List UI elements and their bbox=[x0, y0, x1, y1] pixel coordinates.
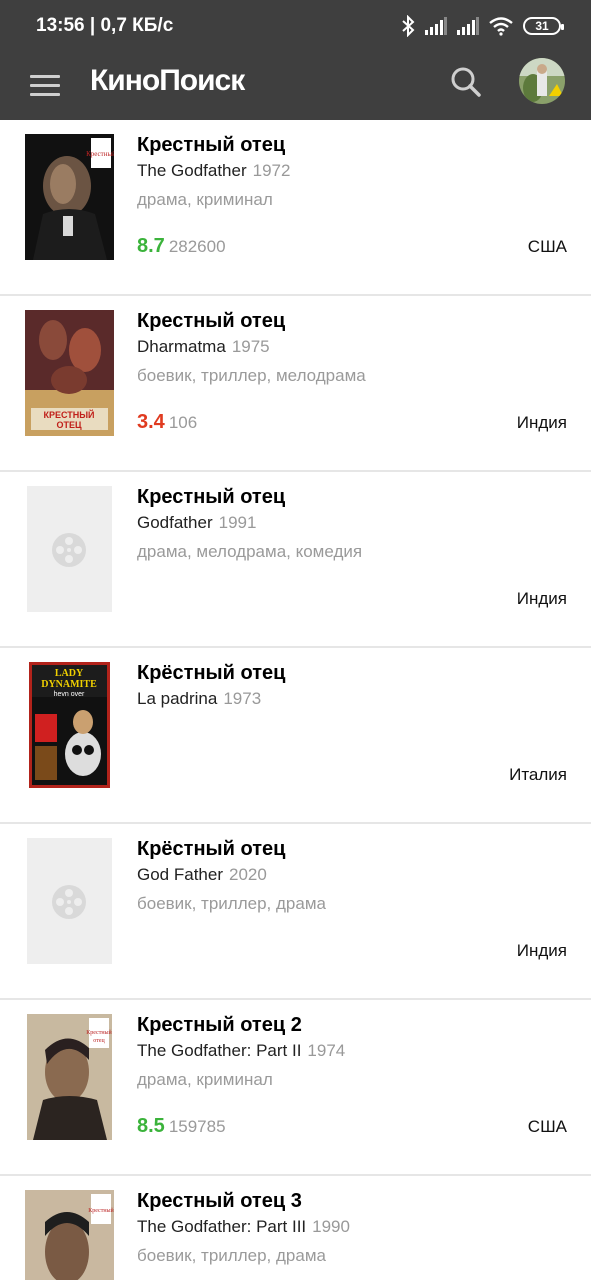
film-genres: боевик, триллер, мелодрама bbox=[137, 366, 366, 385]
original-title: The Godfather: Part II bbox=[137, 1041, 302, 1060]
film-list: Крестный Крестный отец The Godfather 1972… bbox=[0, 120, 591, 1280]
svg-text:Крестный: Крестный bbox=[86, 150, 114, 158]
menu-button[interactable] bbox=[28, 70, 62, 100]
original-title: La padrina bbox=[137, 689, 218, 708]
wifi-icon bbox=[489, 17, 513, 36]
original-title: The Godfather: Part III bbox=[137, 1217, 307, 1236]
avatar-image bbox=[519, 58, 565, 104]
film-title: Крестный отец 2 bbox=[137, 1014, 302, 1036]
original-title-line: God Father 2020 bbox=[137, 865, 267, 885]
menu-icon-line bbox=[30, 93, 60, 96]
poster-image: Крестный bbox=[25, 134, 114, 260]
rating-value: 8.5 bbox=[137, 1115, 165, 1137]
original-title: Dharmatma bbox=[137, 337, 226, 356]
app-logo[interactable]: КиноПоиск bbox=[90, 64, 245, 98]
original-title-line: The Godfather: Part II 1974 bbox=[137, 1041, 345, 1061]
film-reel-icon bbox=[52, 533, 86, 567]
film-genres: боевик, триллер, драма bbox=[137, 1246, 326, 1265]
menu-icon-line bbox=[30, 84, 60, 87]
film-title: Крестный отец bbox=[137, 134, 286, 156]
film-country: США bbox=[527, 237, 567, 256]
film-genres: драма, мелодрама, комедия bbox=[137, 542, 363, 561]
svg-text:КРЕСТНЫЙ: КРЕСТНЫЙ bbox=[43, 409, 94, 420]
film-genres: боевик, триллер, драма bbox=[137, 894, 326, 913]
film-year: 1991 bbox=[218, 513, 257, 532]
poster-placeholder bbox=[27, 838, 112, 964]
film-country: Индия bbox=[516, 413, 567, 432]
list-item[interactable]: Крестный отец Godfather 1991 драма, мелод… bbox=[0, 472, 591, 648]
original-title-line: Godfather 1991 bbox=[137, 513, 256, 533]
status-time: 13:56 | 0,7 КБ/с bbox=[36, 15, 174, 36]
bluetooth-icon bbox=[402, 15, 415, 37]
original-title-line: The Godfather: Part III 1990 bbox=[137, 1217, 350, 1237]
svg-text:DYNAMITE: DYNAMITE bbox=[41, 679, 97, 690]
film-rating: 3.4 106 bbox=[137, 411, 197, 434]
original-title-line: La padrina 1973 bbox=[137, 689, 261, 709]
svg-text:Крестный: Крестный bbox=[88, 1207, 114, 1214]
battery-icon: 31 bbox=[523, 17, 564, 35]
original-title: Godfather bbox=[137, 513, 213, 532]
svg-text:LADY: LADY bbox=[55, 668, 84, 679]
rating-value: 8.7 bbox=[137, 235, 165, 257]
menu-icon bbox=[30, 75, 60, 78]
film-year: 1975 bbox=[231, 337, 270, 356]
rating-value: 3.4 bbox=[137, 411, 165, 433]
original-title: The Godfather bbox=[137, 161, 247, 180]
list-item[interactable]: LADY DYNAMITE hevn over Крёстный отец La… bbox=[0, 648, 591, 824]
film-title: Крестный отец bbox=[137, 310, 286, 332]
battery-level: 31 bbox=[535, 19, 549, 33]
list-item[interactable]: Крестный Крестный отец 3 The Godfather: … bbox=[0, 1176, 591, 1280]
search-button[interactable] bbox=[448, 64, 484, 100]
list-item[interactable]: Крёстный отец God Father 2020 боевик, три… bbox=[0, 824, 591, 1000]
vote-count: 106 bbox=[168, 413, 198, 432]
poster-image: LADY DYNAMITE hevn over bbox=[29, 662, 110, 788]
film-rating: 8.7 282600 bbox=[137, 235, 226, 258]
status-icons: 31 bbox=[401, 14, 564, 38]
list-item[interactable]: КРЕСТНЫЙ ОТЕЦ Крестный отец Dharmatma 197… bbox=[0, 296, 591, 472]
vote-count: 282600 bbox=[168, 237, 226, 256]
poster-image: Крестный отец bbox=[27, 1014, 112, 1140]
app-bar: КиноПоиск bbox=[0, 52, 591, 120]
status-bar: 13:56 | 0,7 КБ/с 31 bbox=[0, 0, 591, 52]
film-reel-icon bbox=[52, 885, 86, 919]
film-country: Италия bbox=[509, 765, 567, 784]
film-genres: драма, криминал bbox=[137, 190, 273, 209]
film-title: Крестный отец bbox=[137, 486, 286, 508]
film-title: Крёстный отец bbox=[137, 838, 286, 860]
svg-text:ОТЕЦ: ОТЕЦ bbox=[56, 420, 82, 430]
signal-icon bbox=[457, 17, 479, 35]
film-country: Индия bbox=[516, 941, 567, 960]
film-year: 1990 bbox=[312, 1217, 350, 1236]
svg-text:Крестный: Крестный bbox=[86, 1029, 112, 1036]
film-rating: 8.5 159785 bbox=[137, 1115, 226, 1138]
vote-count: 159785 bbox=[168, 1117, 226, 1136]
poster-image: КРЕСТНЫЙ ОТЕЦ bbox=[25, 310, 114, 436]
poster-placeholder bbox=[27, 486, 112, 612]
original-title-line: Dharmatma 1975 bbox=[137, 337, 270, 357]
film-title: Крестный отец 3 bbox=[137, 1190, 302, 1212]
poster-image: Крестный bbox=[25, 1190, 114, 1280]
svg-text:hevn over: hevn over bbox=[54, 691, 85, 698]
list-item[interactable]: Крестный Крестный отец The Godfather 1972… bbox=[0, 120, 591, 296]
signal-icon bbox=[425, 17, 447, 35]
list-item[interactable]: Крестный отец Крестный отец 2 The Godfat… bbox=[0, 1000, 591, 1176]
search-icon bbox=[451, 67, 481, 97]
film-year: 1974 bbox=[307, 1041, 346, 1060]
original-title: God Father bbox=[137, 865, 223, 884]
original-title-line: The Godfather 1972 bbox=[137, 161, 290, 181]
avatar[interactable] bbox=[519, 58, 565, 104]
film-year: 1972 bbox=[252, 161, 291, 180]
film-country: США bbox=[527, 1117, 567, 1136]
svg-text:отец: отец bbox=[93, 1038, 105, 1044]
film-title: Крёстный отец bbox=[137, 662, 286, 684]
film-year: 1973 bbox=[223, 689, 262, 708]
film-genres: драма, криминал bbox=[137, 1070, 273, 1089]
film-country: Индия bbox=[516, 589, 567, 608]
film-year: 2020 bbox=[229, 865, 267, 884]
